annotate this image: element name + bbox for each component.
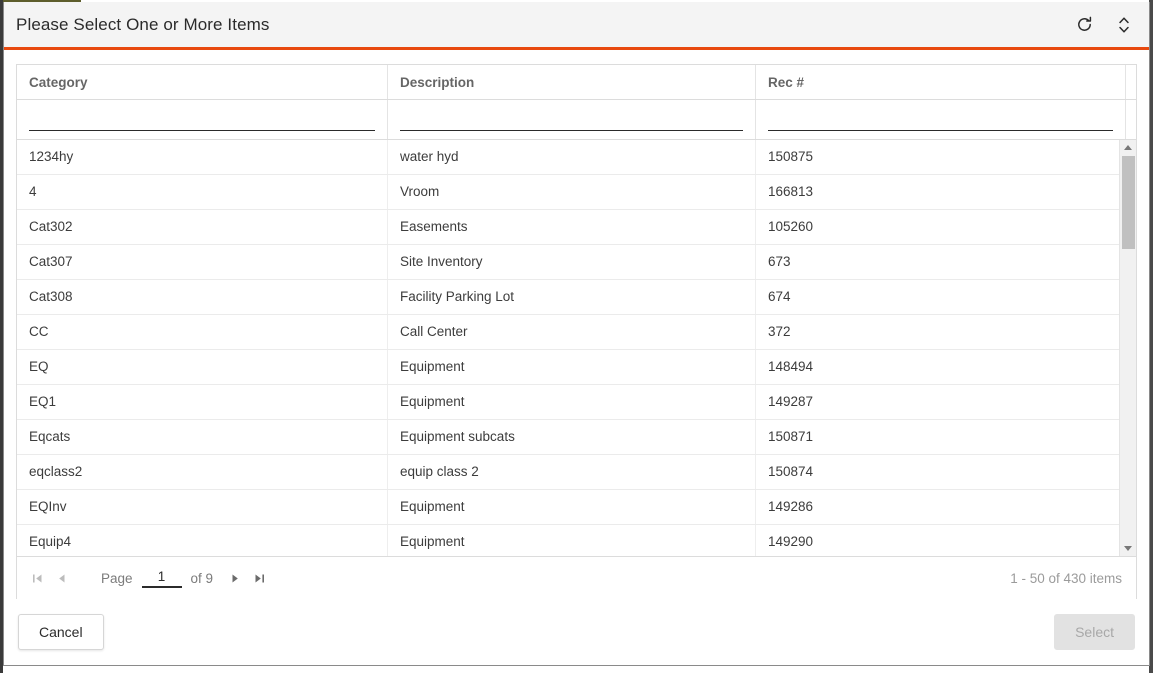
cell-rec: 150871: [756, 420, 1119, 454]
grid-pager: Page of 9 1 - 50 of 430 items: [17, 556, 1136, 599]
table-row[interactable]: Cat307 Site Inventory 673: [17, 245, 1119, 280]
cell-category: EQ1: [17, 385, 388, 419]
table-row[interactable]: Cat302 Easements 105260: [17, 210, 1119, 245]
items-grid: Category Description Rec # 1234hy water h…: [16, 64, 1137, 599]
cell-description: Equipment subcats: [388, 420, 756, 454]
filter-input-description[interactable]: [400, 109, 743, 131]
table-row[interactable]: Eqcats Equipment subcats 150871: [17, 420, 1119, 455]
cell-rec: 105260: [756, 210, 1119, 244]
cell-rec: 150874: [756, 455, 1119, 489]
grid-body: 1234hy water hyd 150875 4 Vroom 166813 Cat302 E…: [17, 140, 1136, 556]
scrollbar-thumb[interactable]: [1122, 156, 1135, 249]
filter-cell-description: [388, 100, 756, 139]
cell-rec: 673: [756, 245, 1119, 279]
cell-rec: 148494: [756, 350, 1119, 384]
refresh-icon[interactable]: [1073, 13, 1095, 37]
scroll-up-icon[interactable]: [1120, 140, 1136, 155]
column-header-rec[interactable]: Rec #: [756, 65, 1126, 99]
scroll-down-icon[interactable]: [1120, 541, 1136, 556]
table-row[interactable]: EQInv Equipment 149286: [17, 490, 1119, 525]
pager-of-label: of 9: [190, 570, 214, 586]
pager-page-input[interactable]: [141, 568, 182, 588]
cell-category: eqclass2: [17, 455, 388, 489]
cell-rec: 372: [756, 315, 1119, 349]
table-row[interactable]: eqclass2 equip class 2 150874: [17, 455, 1119, 490]
pager-first-button[interactable]: [27, 567, 47, 589]
expand-collapse-icon[interactable]: [1113, 13, 1135, 37]
cell-description: Equipment: [388, 350, 756, 384]
cell-description: Site Inventory: [388, 245, 756, 279]
table-row[interactable]: Equip4 Equipment 149290: [17, 525, 1119, 556]
column-header-category[interactable]: Category: [17, 65, 388, 99]
cell-rec: 149287: [756, 385, 1119, 419]
cell-rec: 150875: [756, 140, 1119, 174]
cell-description: Easements: [388, 210, 756, 244]
dialog-title-actions: [1073, 13, 1135, 37]
cell-rec: 166813: [756, 175, 1119, 209]
pager-next-button[interactable]: [225, 567, 245, 589]
cell-description: Equipment: [388, 525, 756, 556]
cell-category: Cat302: [17, 210, 388, 244]
filter-cell-scroll-pad: [1126, 100, 1149, 139]
cell-description: Call Center: [388, 315, 756, 349]
table-row[interactable]: EQ1 Equipment 149287: [17, 385, 1119, 420]
select-items-dialog: Please Select One or More Items Category…: [3, 2, 1150, 666]
pager-previous-button[interactable]: [51, 567, 71, 589]
pager-item-count: 1 - 50 of 430 items: [1010, 570, 1122, 586]
cancel-button[interactable]: Cancel: [18, 614, 104, 650]
cell-category: 4: [17, 175, 388, 209]
filter-input-category[interactable]: [29, 109, 375, 131]
cell-description: Equipment: [388, 490, 756, 524]
cell-description: Facility Parking Lot: [388, 280, 756, 314]
cell-category: Cat307: [17, 245, 388, 279]
cell-description: Vroom: [388, 175, 756, 209]
grid-rows: 1234hy water hyd 150875 4 Vroom 166813 Cat302 E…: [17, 140, 1119, 556]
cell-rec: 674: [756, 280, 1119, 314]
pager-last-button[interactable]: [249, 567, 269, 589]
column-header-scroll-pad: [1126, 65, 1149, 99]
table-row[interactable]: EQ Equipment 148494: [17, 350, 1119, 385]
table-row[interactable]: Cat308 Facility Parking Lot 674: [17, 280, 1119, 315]
grid-header-row: Category Description Rec #: [17, 65, 1136, 100]
cell-category: Cat308: [17, 280, 388, 314]
dialog-title: Please Select One or More Items: [16, 14, 270, 34]
table-row[interactable]: 1234hy water hyd 150875: [17, 140, 1119, 175]
cell-description: equip class 2: [388, 455, 756, 489]
filter-cell-category: [17, 100, 388, 139]
dialog-title-bar: Please Select One or More Items: [4, 2, 1149, 50]
cell-rec: 149290: [756, 525, 1119, 556]
cell-category: CC: [17, 315, 388, 349]
select-button[interactable]: Select: [1054, 614, 1135, 650]
grid-container: Category Description Rec # 1234hy water h…: [4, 50, 1149, 599]
cell-category: EQInv: [17, 490, 388, 524]
column-header-description[interactable]: Description: [388, 65, 756, 99]
cell-description: Equipment: [388, 385, 756, 419]
cell-description: water hyd: [388, 140, 756, 174]
dialog-footer: Cancel Select: [4, 599, 1149, 665]
grid-vertical-scrollbar[interactable]: [1119, 140, 1136, 556]
cell-rec: 149286: [756, 490, 1119, 524]
filter-input-rec[interactable]: [768, 109, 1113, 131]
cell-category: Eqcats: [17, 420, 388, 454]
cell-category: EQ: [17, 350, 388, 384]
table-row[interactable]: CC Call Center 372: [17, 315, 1119, 350]
filter-cell-rec: [756, 100, 1126, 139]
cell-category: Equip4: [17, 525, 388, 556]
pager-page-label: Page: [101, 570, 133, 586]
table-row[interactable]: 4 Vroom 166813: [17, 175, 1119, 210]
cell-category: 1234hy: [17, 140, 388, 174]
grid-filter-row: [17, 100, 1136, 140]
